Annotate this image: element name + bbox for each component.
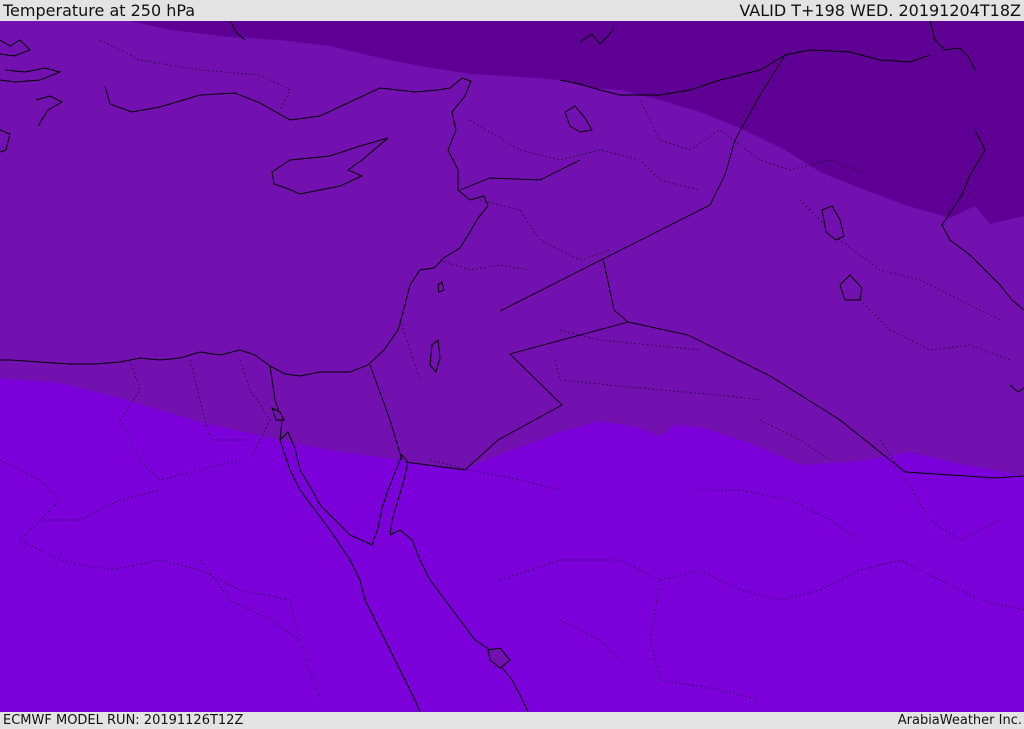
top-bar: Temperature at 250 hPa VALID T+198 WED. …	[0, 0, 1024, 21]
map-title: Temperature at 250 hPa	[3, 1, 196, 20]
valid-time: VALID T+198 WED. 20191204T18Z	[739, 1, 1021, 20]
credit: ArabiaWeather Inc.	[897, 713, 1022, 728]
model-run: ECMWF MODEL RUN: 20191126T12Z	[3, 713, 244, 728]
bottom-bar: ECMWF MODEL RUN: 20191126T12Z ArabiaWeat…	[0, 712, 1024, 729]
weather-map[interactable]	[0, 21, 1024, 712]
